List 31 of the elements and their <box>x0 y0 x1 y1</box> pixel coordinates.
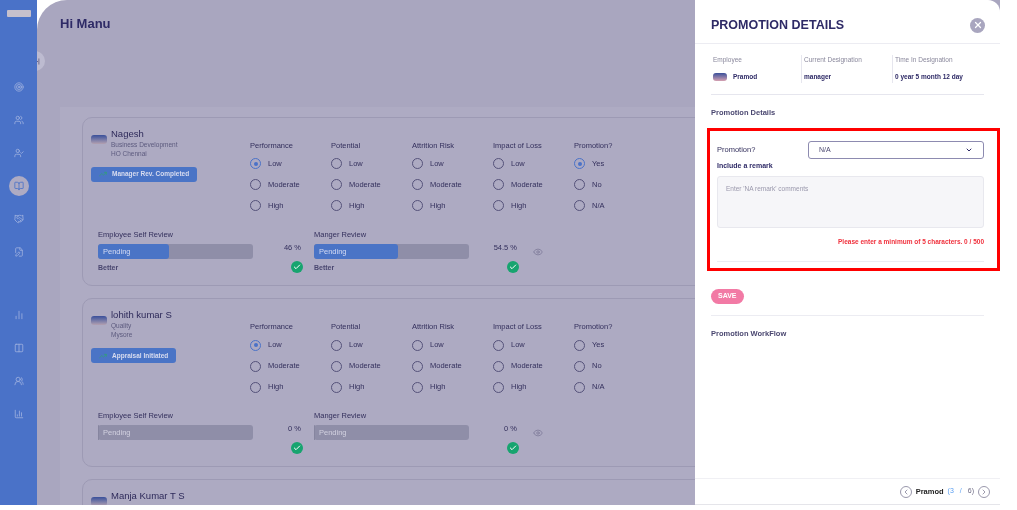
sidebar-icon <box>13 376 24 386</box>
close-button[interactable] <box>970 17 985 33</box>
eye-icon[interactable] <box>533 428 543 438</box>
sidebar-icon <box>13 82 24 92</box>
check-badge-icon <box>291 442 303 455</box>
employee-name: Manja Kumar T S <box>111 490 185 503</box>
avatar-icon <box>91 497 107 505</box>
logo-icon <box>6 10 31 17</box>
employee-name: lohith kumar S <box>111 309 172 321</box>
page-greeting: Hi Manu <box>60 15 111 33</box>
eye-icon[interactable] <box>533 246 543 257</box>
sidebar-icon <box>13 247 24 257</box>
trend-icon <box>99 351 107 360</box>
trend-icon <box>99 170 107 178</box>
chevron-right-icon <box>980 487 988 496</box>
sidebar-icon <box>13 214 24 224</box>
sidebar-icon <box>13 343 24 353</box>
sidebar-icon <box>13 148 24 158</box>
sidebar-icon <box>13 181 24 191</box>
check-badge-icon <box>507 260 519 273</box>
sidebar-icon <box>13 409 24 419</box>
check-badge-icon <box>291 260 303 273</box>
sidebar-item[interactable] <box>8 176 29 196</box>
close-icon <box>972 20 983 31</box>
avatar-icon <box>91 134 107 144</box>
check-badge-icon <box>507 442 519 455</box>
employee-name: Nagesh <box>111 127 145 140</box>
sidebar-icon <box>13 115 24 125</box>
avatar-icon <box>91 316 107 325</box>
drawer-title: PROMOTION DETAILS <box>711 17 845 34</box>
sidebar-icon <box>13 310 24 320</box>
